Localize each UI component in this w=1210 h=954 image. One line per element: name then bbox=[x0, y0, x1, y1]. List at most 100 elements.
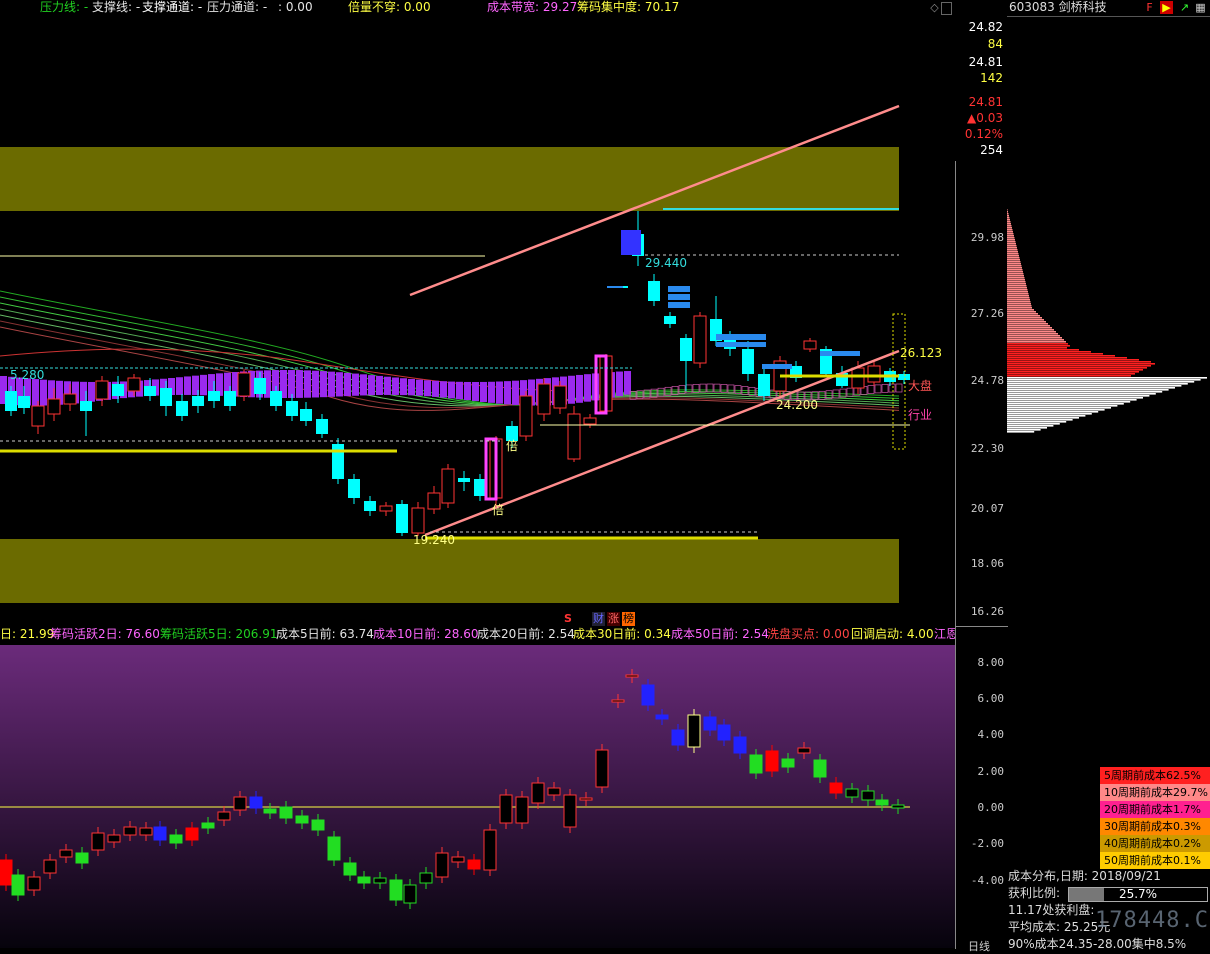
flag-icon[interactable]: ▶ bbox=[1160, 1, 1173, 14]
cost-band-bar bbox=[472, 381, 479, 402]
sub-indicator-4: 成本10日前: 28.60 bbox=[373, 627, 479, 641]
sub-candle-body bbox=[671, 729, 685, 746]
top-indicator-5: 倍量不穿: 0.00 bbox=[348, 0, 431, 14]
profit-bar: 25.7% bbox=[1068, 887, 1208, 902]
sub-indicator-8: 洗盘买点: 0.00 bbox=[767, 627, 850, 641]
zhang-badge[interactable]: 涨 bbox=[607, 612, 620, 626]
profile-bar bbox=[1007, 425, 1054, 427]
profile-bar bbox=[1007, 429, 1041, 431]
support-zone bbox=[0, 539, 899, 603]
sub-indicator-1: 筹码活跃2日: 76.60 bbox=[50, 627, 160, 641]
profile-bar bbox=[1007, 385, 1182, 387]
candle-body bbox=[144, 386, 156, 396]
profile-bar bbox=[1007, 289, 1028, 291]
profile-bar bbox=[1007, 223, 1011, 225]
sub-candle-body bbox=[295, 815, 309, 824]
cost-band-bar bbox=[616, 371, 623, 397]
period-label[interactable]: 日线 bbox=[968, 938, 990, 954]
grid-icon[interactable]: ▦ bbox=[1194, 1, 1207, 14]
profile-bar bbox=[1007, 383, 1188, 385]
profile-bar bbox=[1007, 427, 1047, 429]
profile-bar bbox=[1007, 305, 1032, 307]
cost-band-bar bbox=[320, 371, 327, 398]
sub-candle-body bbox=[123, 826, 137, 836]
sell-volume: 84 bbox=[987, 37, 1003, 51]
sub-candle-body bbox=[233, 796, 247, 811]
profile-bar bbox=[1007, 315, 1040, 317]
profile-bar bbox=[1007, 285, 1027, 287]
cost-band-bar bbox=[440, 381, 447, 398]
cost-band-bar bbox=[352, 373, 359, 396]
candle-body bbox=[474, 479, 486, 496]
main-candlestick-chart[interactable]: 29.440 19.240 5.280 26.123 24.200 大盘 行业 … bbox=[0, 16, 955, 616]
candle-body bbox=[803, 340, 817, 350]
sub-candle-body bbox=[153, 826, 167, 841]
sub-candle-body bbox=[75, 852, 89, 864]
sub-tick: 0.00 bbox=[977, 801, 1005, 814]
profile-bar bbox=[1007, 303, 1031, 305]
candle-body bbox=[192, 396, 204, 406]
chart-type-icon[interactable]: F bbox=[1143, 1, 1156, 14]
profile-bar bbox=[1007, 325, 1050, 327]
support-price-label: 24.200 bbox=[776, 398, 818, 412]
price-tick: 22.30 bbox=[970, 442, 1004, 455]
sub-candle-body bbox=[0, 859, 13, 886]
sub-candle-body bbox=[279, 806, 293, 819]
cost-legend-item: 20周期前成本1.7% bbox=[1100, 801, 1210, 818]
window-icon[interactable] bbox=[941, 2, 952, 15]
cost-band-bar bbox=[456, 381, 463, 400]
profile-bar bbox=[1007, 359, 1139, 361]
candle-body bbox=[758, 374, 770, 396]
chip-bar bbox=[668, 286, 690, 292]
chip-bar bbox=[716, 334, 766, 340]
diamond-icon[interactable]: ◇ bbox=[928, 1, 941, 14]
sub-indicator-2: 筹码活跃5日: 206.91 bbox=[160, 627, 278, 641]
candle-body bbox=[208, 391, 220, 401]
sub-candle-body bbox=[579, 797, 593, 801]
last-price: 24.81 bbox=[968, 95, 1003, 109]
cost-band-bar bbox=[895, 383, 903, 393]
profile-bar bbox=[1007, 261, 1021, 263]
profile-bar bbox=[1007, 367, 1147, 369]
top-indicator-0: 压力线: - bbox=[40, 0, 89, 14]
profile-bar bbox=[1007, 363, 1155, 365]
profile-bar bbox=[1007, 257, 1020, 259]
profile-bar bbox=[1007, 251, 1018, 253]
s-badge[interactable]: S bbox=[563, 612, 573, 626]
profile-bar bbox=[1007, 255, 1019, 257]
profile-bar bbox=[1007, 233, 1014, 235]
candle-body bbox=[537, 383, 551, 415]
cost-band-bar bbox=[312, 370, 319, 398]
cai-badge[interactable]: 财 bbox=[592, 612, 605, 626]
profile-bar bbox=[1007, 213, 1009, 215]
sub-indicator-chart[interactable] bbox=[0, 645, 955, 948]
profile-bar bbox=[1007, 411, 1099, 413]
cost-band-bar bbox=[699, 383, 707, 393]
profile-bar bbox=[1007, 253, 1019, 255]
profile-bar bbox=[1007, 351, 1091, 353]
cost-band-bar bbox=[392, 377, 399, 395]
profile-bar bbox=[1007, 215, 1009, 217]
profile-bar bbox=[1007, 291, 1028, 293]
top-indicator-4: : 0.00 bbox=[278, 0, 313, 14]
cost-band-bar bbox=[368, 375, 375, 396]
profile-bar bbox=[1007, 327, 1052, 329]
bang-badge[interactable]: 榜 bbox=[622, 612, 635, 626]
sub-candle-body bbox=[733, 736, 747, 754]
sub-indicator-7: 成本50日前: 2.54 bbox=[671, 627, 769, 641]
candle-body bbox=[31, 405, 45, 427]
sub-indicator-bar: 日: 21.99 筹码活跃2日: 76.60 筹码活跃5日: 206.91 成本5日前… bbox=[0, 626, 955, 644]
candle-body bbox=[458, 478, 470, 482]
cost-band-bar bbox=[713, 383, 721, 393]
sub-axis: 8.00 6.00 4.00 2.00 0.00 -2.00 -4.00 bbox=[955, 626, 1008, 949]
sub-candle-body bbox=[483, 829, 497, 871]
profile-bar bbox=[1007, 283, 1026, 285]
candle-body bbox=[300, 409, 312, 421]
candle-body bbox=[332, 444, 344, 479]
profile-bar bbox=[1007, 375, 1131, 377]
profile-bar bbox=[1007, 407, 1111, 409]
arrow-icon[interactable]: ↗ bbox=[1178, 1, 1191, 14]
candle-body bbox=[364, 501, 376, 511]
candle-body bbox=[693, 315, 707, 364]
profile-bar bbox=[1007, 247, 1017, 249]
